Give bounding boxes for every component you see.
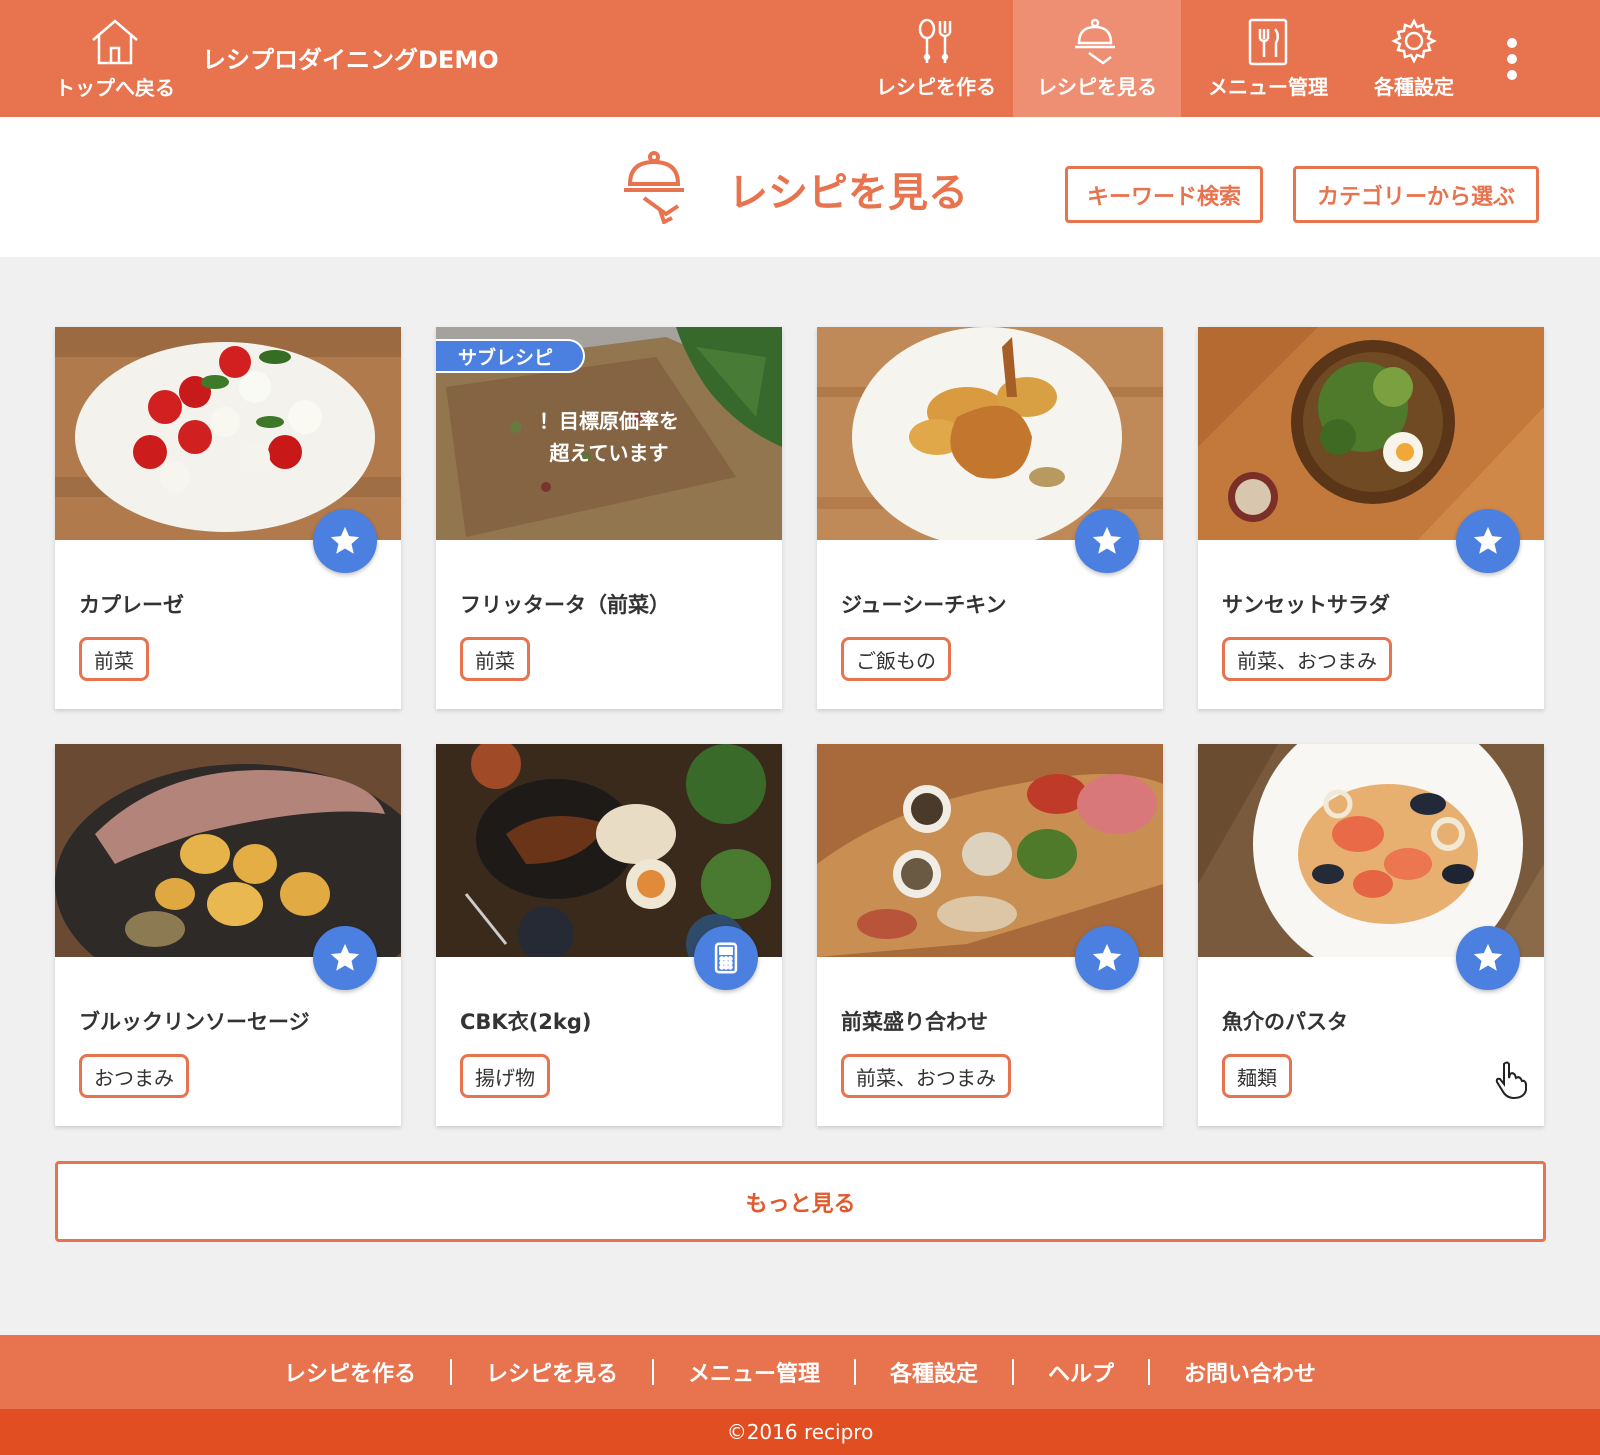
recipe-title: サンセットサラダ bbox=[1222, 593, 1390, 617]
copyright: ©2016 recipro bbox=[0, 1409, 1600, 1455]
favorite-button[interactable] bbox=[1456, 509, 1520, 573]
category-tag: 前菜 bbox=[460, 637, 530, 681]
page-title: レシピを見る bbox=[728, 170, 968, 216]
cost-rate-warning: ！目標原価率を 超えています bbox=[539, 409, 679, 465]
category-select-button[interactable]: カテゴリーから選ぶ bbox=[1293, 166, 1539, 223]
nav-view-recipe-label: レシピを見る bbox=[1037, 75, 1157, 99]
favorite-button[interactable] bbox=[1075, 926, 1139, 990]
nav-view-recipe[interactable]: レシピを見る bbox=[1013, 0, 1181, 117]
recipe-photo bbox=[55, 744, 401, 957]
footer-link-create-recipe[interactable]: レシピを作る bbox=[250, 1356, 450, 1388]
footer-link-contact[interactable]: お問い合わせ bbox=[1150, 1356, 1350, 1388]
house-icon bbox=[92, 19, 138, 65]
hand-pointer-icon bbox=[1495, 1061, 1527, 1100]
home-label: トップへ戻る bbox=[55, 76, 175, 100]
top-header: トップへ戻る レシプロダイニングDEMO レシピを作る レシピを見る メニュー管… bbox=[0, 0, 1600, 117]
recipe-card[interactable]: カプレーゼ 前菜 bbox=[55, 327, 401, 709]
cloche-serving-icon bbox=[1075, 18, 1115, 65]
recipe-title: CBK衣(2kg) bbox=[460, 1010, 592, 1034]
recipe-photo bbox=[1198, 327, 1544, 540]
recipe-photo bbox=[436, 744, 782, 957]
recipe-photo bbox=[817, 327, 1163, 540]
nav-menu-manage-label: メニュー管理 bbox=[1208, 75, 1328, 99]
more-options-icon[interactable] bbox=[1490, 34, 1534, 84]
category-tag: 揚げ物 bbox=[460, 1054, 550, 1098]
recipe-photo: ！目標原価率を 超えています サブレシピ bbox=[436, 327, 782, 540]
footer-link-menu-manage[interactable]: メニュー管理 bbox=[654, 1356, 854, 1388]
utensils-pair-icon bbox=[918, 18, 952, 63]
recipe-title: ジューシーチキン bbox=[841, 593, 1007, 617]
footer-link-view-recipe[interactable]: レシピを見る bbox=[452, 1356, 652, 1388]
category-tag: 前菜 bbox=[79, 637, 149, 681]
recipe-title: 魚介のパスタ bbox=[1222, 1010, 1348, 1034]
star-icon bbox=[1473, 943, 1503, 971]
cloche-serving-icon bbox=[624, 151, 684, 224]
recipe-card[interactable]: ジューシーチキン ご飯もの bbox=[817, 327, 1163, 709]
recipe-title: ブルックリンソーセージ bbox=[79, 1010, 310, 1034]
menu-card-icon bbox=[1248, 18, 1288, 66]
favorite-button[interactable] bbox=[1075, 509, 1139, 573]
recipe-card[interactable]: 前菜盛り合わせ 前菜、おつまみ bbox=[817, 744, 1163, 1126]
cost-calculator-button[interactable] bbox=[694, 926, 758, 990]
category-tag: ご飯もの bbox=[841, 637, 951, 681]
star-icon bbox=[1473, 526, 1503, 554]
category-tag: 前菜、おつまみ bbox=[1222, 637, 1392, 681]
nav-settings-label: 各種設定 bbox=[1374, 75, 1454, 99]
footer-nav: レシピを作る レシピを見る メニュー管理 各種設定 ヘルプ お問い合わせ bbox=[0, 1335, 1600, 1409]
brand-name: レシプロダイニングDEMO bbox=[202, 46, 499, 74]
recipe-card[interactable]: 魚介のパスタ 麺類 bbox=[1198, 744, 1544, 1126]
recipe-card[interactable]: ブルックリンソーセージ おつまみ bbox=[55, 744, 401, 1126]
nav-create-recipe[interactable]: レシピを作る bbox=[858, 0, 1014, 117]
star-icon bbox=[330, 943, 360, 971]
favorite-button[interactable] bbox=[313, 509, 377, 573]
nav-menu-manage[interactable]: メニュー管理 bbox=[1190, 0, 1346, 117]
footer-link-help[interactable]: ヘルプ bbox=[1014, 1356, 1148, 1388]
recipe-photo bbox=[55, 327, 401, 540]
recipe-card[interactable]: サンセットサラダ 前菜、おつまみ bbox=[1198, 327, 1544, 709]
nav-settings[interactable]: 各種設定 bbox=[1346, 0, 1482, 117]
category-tag: おつまみ bbox=[79, 1054, 189, 1098]
sub-recipe-badge: サブレシピ bbox=[436, 339, 586, 373]
nav-create-recipe-label: レシピを作る bbox=[876, 75, 996, 99]
favorite-button[interactable] bbox=[1456, 926, 1520, 990]
star-icon bbox=[1092, 526, 1122, 554]
category-tag: 麺類 bbox=[1222, 1054, 1292, 1098]
recipe-card[interactable]: ！目標原価率を 超えています サブレシピ フリッタータ（前菜） 前菜 bbox=[436, 327, 782, 709]
home-button[interactable]: トップへ戻る bbox=[40, 0, 190, 117]
favorite-button[interactable] bbox=[313, 926, 377, 990]
calculator-icon bbox=[714, 942, 738, 974]
footer-link-settings[interactable]: 各種設定 bbox=[856, 1356, 1012, 1388]
load-more-button[interactable]: もっと見る bbox=[55, 1161, 1546, 1242]
recipe-photo bbox=[817, 744, 1163, 957]
category-tag: 前菜、おつまみ bbox=[841, 1054, 1011, 1098]
gear-icon bbox=[1391, 18, 1437, 64]
recipe-title: 前菜盛り合わせ bbox=[841, 1010, 988, 1034]
recipe-photo bbox=[1198, 744, 1544, 957]
recipe-card[interactable]: CBK衣(2kg) 揚げ物 bbox=[436, 744, 782, 1126]
keyword-search-button[interactable]: キーワード検索 bbox=[1065, 166, 1263, 223]
recipe-title: カプレーゼ bbox=[79, 593, 184, 617]
recipe-title: フリッタータ（前菜） bbox=[460, 593, 670, 617]
star-icon bbox=[1092, 943, 1122, 971]
star-icon bbox=[330, 526, 360, 554]
